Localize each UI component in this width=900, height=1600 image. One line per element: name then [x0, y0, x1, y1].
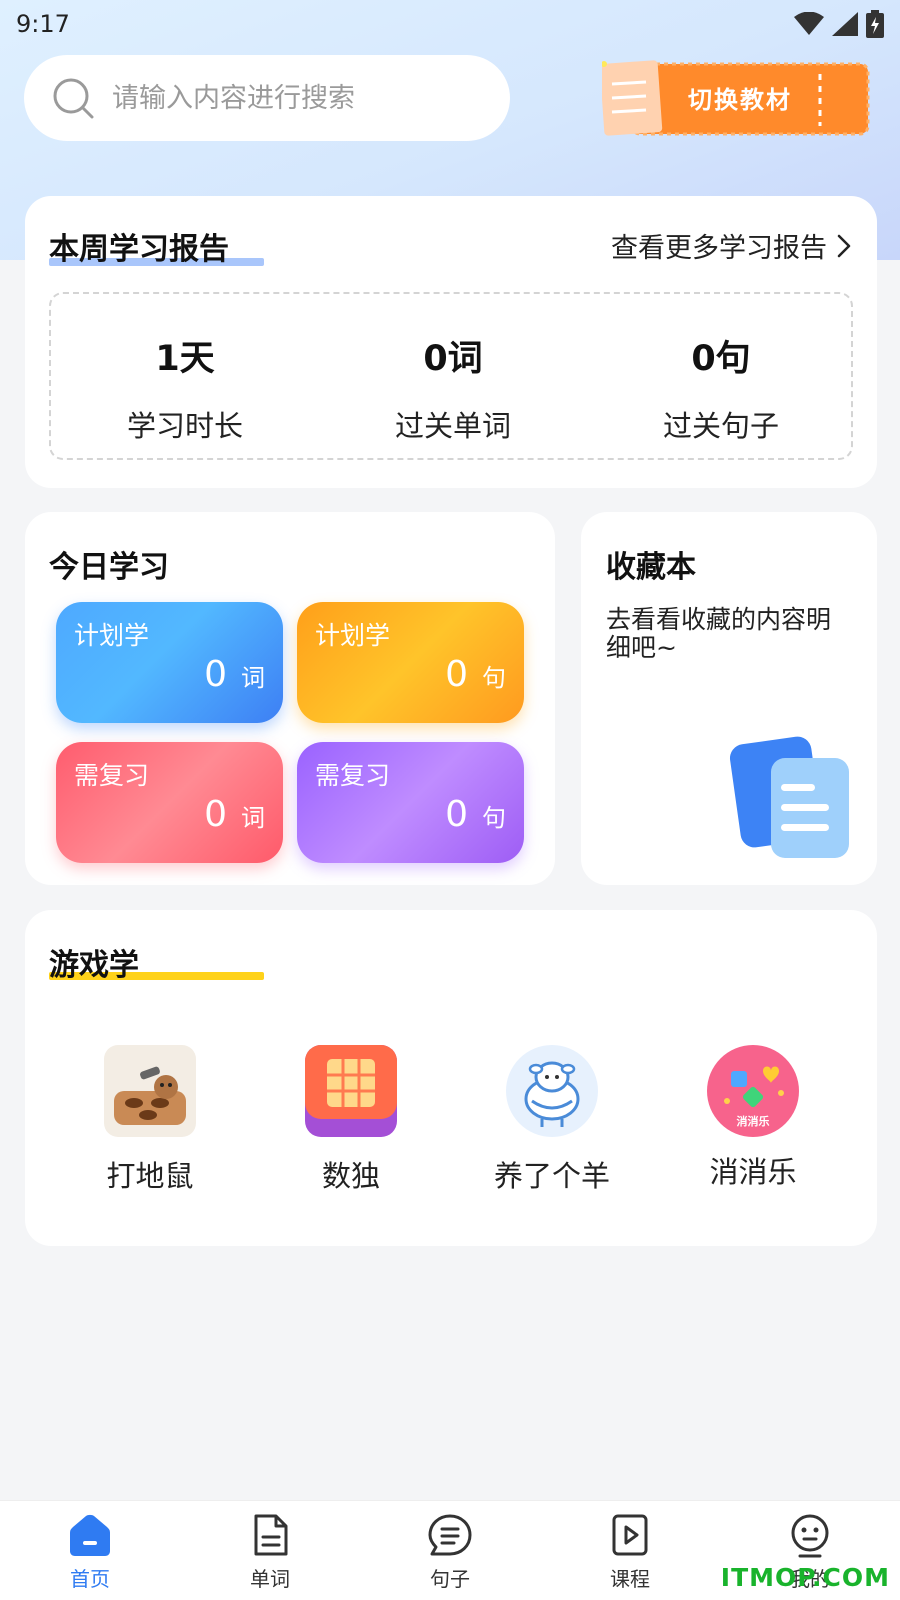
plan-words-tile[interactable]: 计划学 0 词	[56, 602, 283, 723]
chevron-right-icon	[837, 234, 851, 257]
favorites-card[interactable]: 收藏本 去看看收藏的内容明细吧~	[581, 512, 877, 885]
nav-label: 单词	[250, 1567, 290, 1591]
plan-sentences-tile[interactable]: 计划学 0 句	[297, 602, 524, 723]
games-card: 游戏学 打地鼠 数独 养了个羊 消消乐 消消乐	[25, 910, 877, 1246]
report-title: 本周学习报告	[49, 232, 229, 267]
nav-label: 课程	[610, 1567, 650, 1591]
tile-count: 0	[204, 794, 227, 835]
review-sentences-tile[interactable]: 需复习 0 句	[297, 742, 524, 863]
tile-unit: 句	[482, 804, 506, 832]
favorites-title: 收藏本	[606, 550, 696, 585]
stat-label: 过关单词	[394, 409, 511, 443]
favorites-description: 去看看收藏的内容明细吧~	[606, 605, 832, 662]
nav-item-words[interactable]: 单词	[180, 1511, 360, 1592]
tile-unit: 句	[482, 664, 506, 692]
game-whack-a-mole[interactable]: 打地鼠	[50, 1045, 250, 1195]
tile-unit: 词	[241, 664, 265, 692]
search-input[interactable]	[112, 82, 472, 114]
tile-value: 0 句	[445, 654, 506, 695]
stat-value: 1天	[155, 339, 215, 379]
stat-label: 学习时长	[126, 409, 243, 443]
tile-label: 需复习	[315, 761, 391, 790]
stat-passed-sentences: 0句 过关句子	[587, 330, 855, 445]
games-title: 游戏学	[49, 948, 139, 983]
stat-passed-words: 0词 过关单词	[319, 330, 587, 445]
stat-study-duration: 1天 学习时长	[51, 330, 319, 445]
stat-value: 0词	[423, 339, 483, 379]
favorites-document-icon	[729, 736, 849, 858]
game-sudoku[interactable]: 数独	[251, 1045, 451, 1195]
wifi-icon	[794, 12, 824, 35]
nav-item-courses[interactable]: 课程	[540, 1511, 720, 1592]
chat-icon	[428, 1514, 472, 1556]
match-game-icon-wrap: 消消乐	[707, 1045, 799, 1137]
watermark: ITMOP.COM	[720, 1563, 890, 1592]
game-label: 养了个羊	[493, 1159, 610, 1193]
switch-textbook-button[interactable]: 切换教材	[602, 60, 872, 140]
document-icon	[254, 1514, 288, 1556]
whack-a-mole-icon	[104, 1045, 196, 1137]
stat-label: 过关句子	[662, 409, 779, 443]
game-sheep[interactable]: 养了个羊	[452, 1045, 652, 1195]
tile-label: 计划学	[74, 621, 150, 650]
today-title: 今日学习	[49, 550, 169, 585]
tile-label: 需复习	[74, 761, 150, 790]
review-words-tile[interactable]: 需复习 0 词	[56, 742, 283, 863]
nav-item-sentences[interactable]: 句子	[360, 1511, 540, 1592]
tile-count: 0	[445, 794, 468, 835]
stat-value: 0句	[691, 339, 751, 379]
game-label: 数独	[321, 1159, 380, 1193]
more-reports-link[interactable]: 查看更多学习报告	[611, 226, 851, 265]
game-label: 消消乐	[709, 1155, 797, 1189]
report-stats: 1天 学习时长 0词 过关单词 0句 过关句子	[49, 292, 853, 460]
tile-count: 0	[204, 654, 227, 695]
tile-value: 0 词	[204, 794, 265, 835]
tile-value: 0 词	[204, 654, 265, 695]
tile-count: 0	[445, 654, 468, 695]
tile-unit: 词	[241, 804, 265, 832]
nav-label: 首页	[70, 1567, 110, 1591]
search-icon	[53, 78, 94, 119]
today-study-card: 今日学习 计划学 0 词 计划学 0 句 需复习 0 词 需复习 0 句	[25, 512, 555, 885]
play-icon	[612, 1514, 648, 1556]
profile-icon	[791, 1514, 829, 1558]
battery-icon	[866, 10, 884, 38]
switch-textbook-label: 切换教材	[688, 86, 792, 114]
status-bar: 9:17	[0, 0, 900, 48]
game-label: 打地鼠	[106, 1159, 194, 1193]
status-time: 9:17	[16, 10, 70, 38]
game-match[interactable]: 消消乐 消消乐	[653, 1045, 853, 1191]
nav-item-home[interactable]: 首页	[0, 1511, 180, 1592]
search-bar[interactable]	[24, 55, 510, 141]
status-icons	[794, 10, 884, 38]
weekly-report-card: 本周学习报告 查看更多学习报告 1天 学习时长 0词 过关单词 0句 过关句子	[25, 196, 877, 488]
signal-icon	[832, 12, 858, 36]
tile-value: 0 句	[445, 794, 506, 835]
sudoku-icon	[305, 1045, 397, 1137]
sheep-icon	[506, 1045, 598, 1137]
match-game-badge: 消消乐	[736, 1115, 770, 1128]
home-icon	[70, 1514, 110, 1556]
nav-label: 句子	[430, 1567, 470, 1591]
tile-label: 计划学	[315, 621, 391, 650]
more-reports-label: 查看更多学习报告	[611, 233, 827, 264]
